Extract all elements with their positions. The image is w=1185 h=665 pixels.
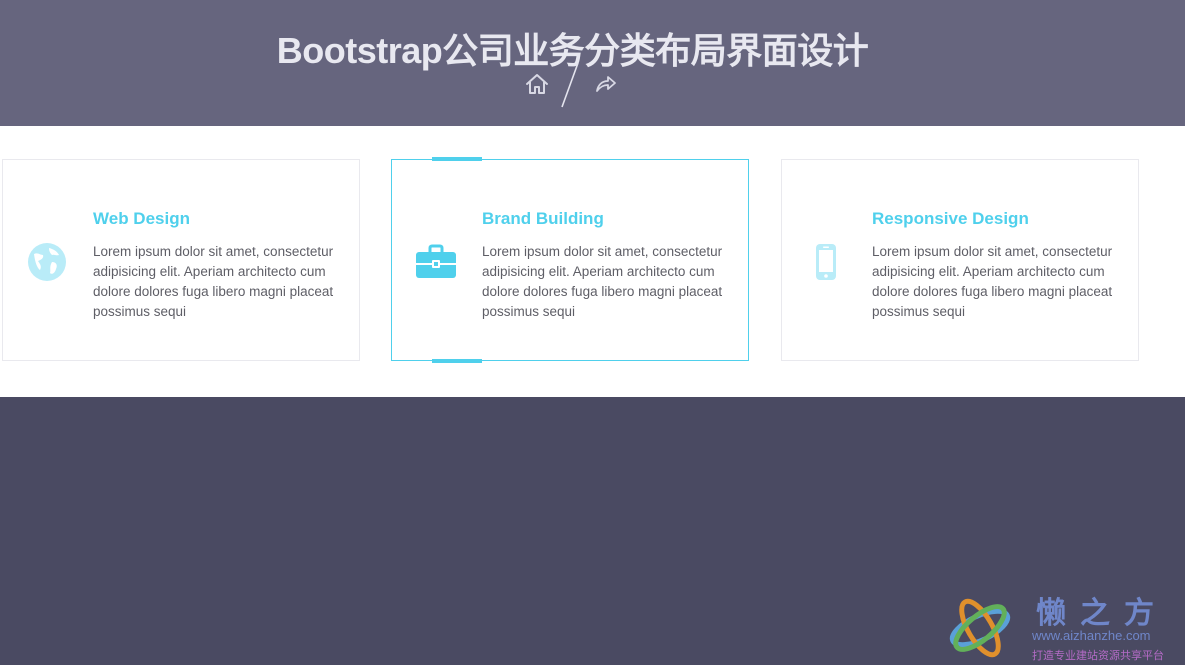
page-header: Bootstrap公司业务分类布局界面设计: [0, 0, 1185, 126]
service-title: Brand Building: [482, 209, 604, 228]
active-accent-bottom: [432, 359, 482, 363]
breadcrumb-separator: [561, 62, 579, 108]
service-description: Lorem ipsum dolor sit amet, consectetur …: [93, 244, 334, 319]
watermark-url[interactable]: www.aizhanzhe.com: [1032, 628, 1151, 643]
watermark-slogan: 打造专业建站资源共享平台: [1032, 650, 1164, 662]
service-title: Web Design: [93, 209, 190, 228]
mobile-phone-icon: [816, 244, 836, 280]
watermark: 懒之方 www.aizhanzhe.com 打造专业建站资源共享平台: [940, 586, 1180, 662]
active-accent-top: [432, 157, 482, 161]
watermark-title: 懒之方: [1036, 596, 1168, 631]
service-title: Responsive Design: [872, 209, 1029, 228]
home-icon[interactable]: [524, 71, 550, 97]
services-section: Web Design Lorem ipsum dolor sit amet, c…: [0, 126, 1185, 397]
service-card-brand-building[interactable]: Brand Building Lorem ipsum dolor sit ame…: [391, 157, 749, 363]
briefcase-icon: [416, 244, 456, 278]
service-description: Lorem ipsum dolor sit amet, consectetur …: [482, 244, 723, 319]
service-card-responsive-design[interactable]: Responsive Design Lorem ipsum dolor sit …: [781, 159, 1139, 361]
site-logo: [949, 598, 1011, 658]
service-description: Lorem ipsum dolor sit amet, consectetur …: [872, 244, 1113, 319]
breadcrumb: [522, 62, 622, 108]
globe-icon: [28, 243, 66, 281]
share-icon[interactable]: [594, 72, 618, 96]
service-card-web-design[interactable]: Web Design Lorem ipsum dolor sit amet, c…: [2, 159, 360, 361]
